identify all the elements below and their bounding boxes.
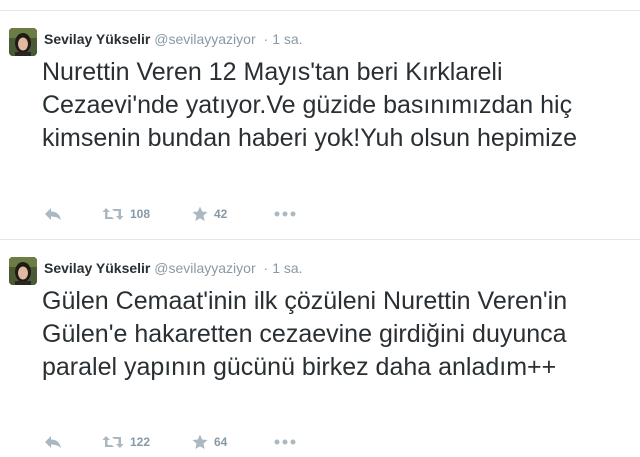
author-username[interactable]: @sevilayyaziyor xyxy=(154,31,255,47)
favorite-button[interactable]: 42 xyxy=(192,204,227,224)
more-dots-icon xyxy=(274,211,296,217)
avatar-image xyxy=(9,257,37,285)
author-fullname[interactable]: Sevilay Yükselir xyxy=(44,31,150,47)
favorite-count: 42 xyxy=(214,207,228,221)
reply-button[interactable] xyxy=(44,432,62,452)
star-icon xyxy=(192,206,208,221)
reply-button[interactable] xyxy=(44,204,62,224)
retweet-count: 108 xyxy=(130,207,151,221)
tweet-timestamp[interactable]: 1 sa. xyxy=(272,260,302,276)
retweet-button[interactable]: 108 xyxy=(102,204,150,224)
favorite-button[interactable]: 64 xyxy=(192,432,227,452)
more-dots-icon xyxy=(274,439,296,445)
retweet-count: 122 xyxy=(130,435,151,449)
tweet-text: Nurettin Veren 12 Mayıs'tan beri Kırklar… xyxy=(42,58,578,152)
retweet-button[interactable]: 122 xyxy=(102,432,150,452)
reply-icon xyxy=(45,436,61,448)
tweet-actions: 108 42 xyxy=(44,204,344,224)
tweet-text: Gülen Cemaat'inin ilk çözüleni Nurettin … xyxy=(42,287,568,381)
retweet-icon xyxy=(102,208,124,220)
favorite-count: 64 xyxy=(214,435,228,449)
separator-dot: · xyxy=(263,31,269,47)
tweet-timestamp[interactable]: 1 sa. xyxy=(272,31,302,47)
tweet-actions: 122 64 xyxy=(44,432,344,452)
avatar[interactable] xyxy=(9,257,37,285)
star-icon xyxy=(192,434,208,449)
tweet-header: Sevilay Yükselir @sevilayyaziyor · 1 sa. xyxy=(44,29,303,49)
tweet-header: Sevilay Yükselir @sevilayyaziyor · 1 sa. xyxy=(44,258,303,278)
author-username[interactable]: @sevilayyaziyor xyxy=(154,260,255,276)
tweet[interactable]: Sevilay Yükselir @sevilayyaziyor · 1 sa. … xyxy=(0,239,640,457)
avatar-image xyxy=(9,28,37,56)
more-button[interactable] xyxy=(274,204,296,224)
tweet[interactable]: Sevilay Yükselir @sevilayyaziyor · 1 sa. … xyxy=(0,10,640,239)
more-button[interactable] xyxy=(274,432,296,452)
reply-icon xyxy=(45,208,61,220)
separator-dot: · xyxy=(263,260,269,276)
avatar[interactable] xyxy=(9,28,37,56)
author-fullname[interactable]: Sevilay Yükselir xyxy=(44,260,150,276)
retweet-icon xyxy=(102,436,124,448)
